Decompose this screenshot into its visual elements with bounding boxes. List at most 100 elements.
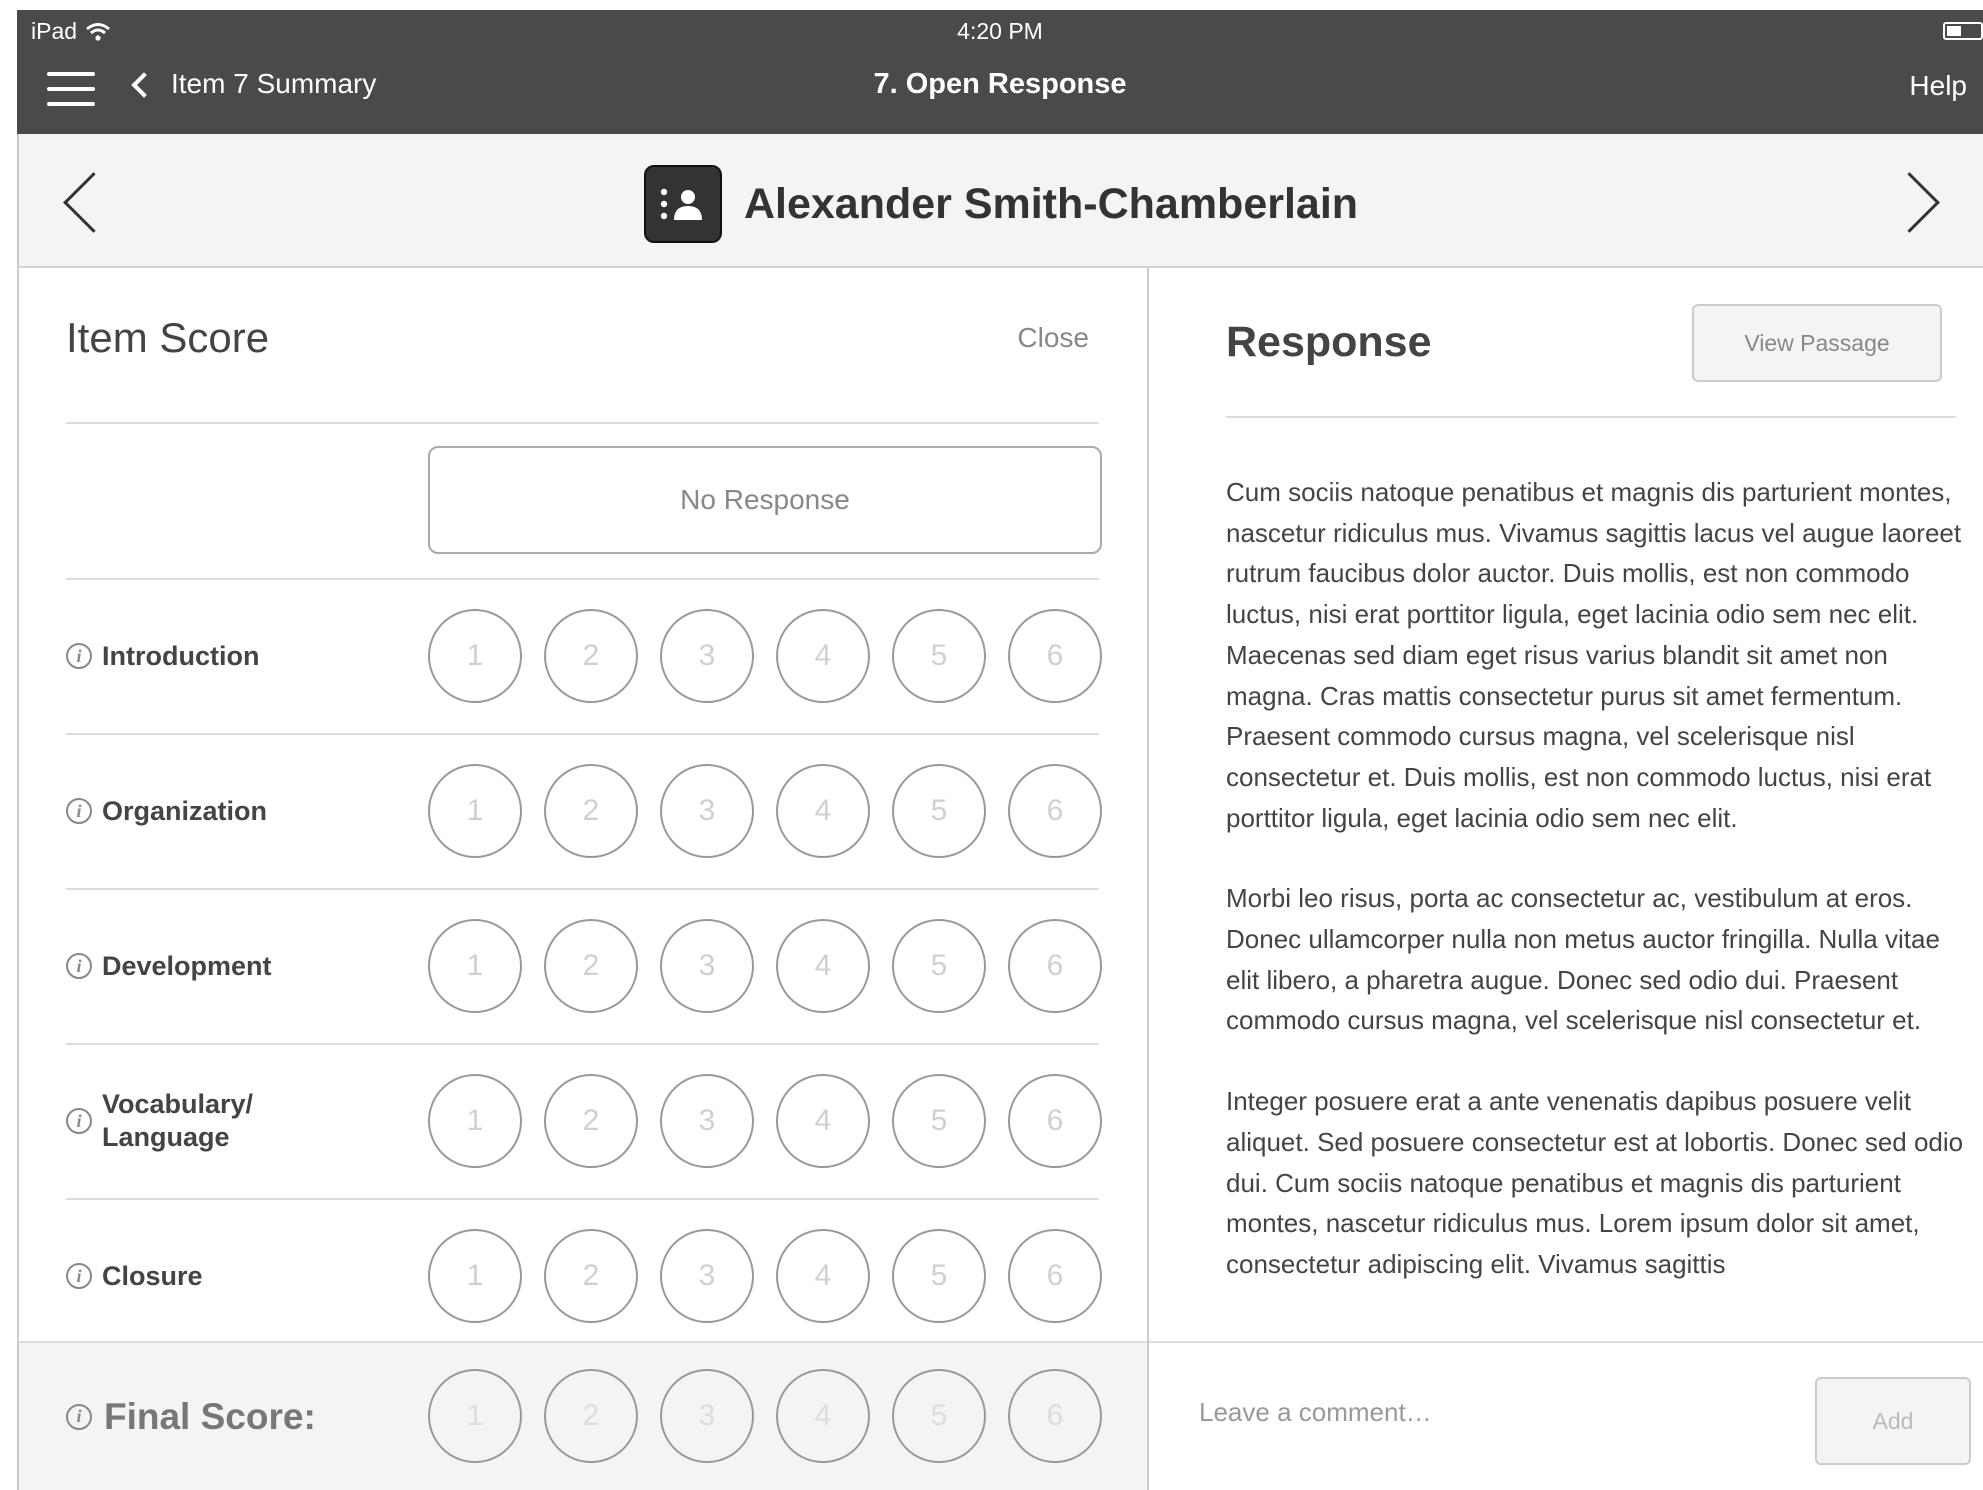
- hamburger-icon: [47, 72, 95, 76]
- hamburger-line: [47, 87, 95, 91]
- score-button[interactable]: 1: [428, 764, 522, 858]
- view-passage-button[interactable]: View Passage: [1692, 304, 1942, 382]
- score-button[interactable]: 4: [776, 609, 870, 703]
- comment-bar: Add: [1149, 1341, 1983, 1490]
- score-button[interactable]: 6: [1008, 764, 1102, 858]
- response-panel: Response View Passage Cum sociis natoque…: [1149, 268, 1983, 1490]
- criterion-label: i Introduction: [66, 579, 259, 733]
- info-icon[interactable]: i: [66, 798, 92, 824]
- score-button[interactable]: 2: [544, 764, 638, 858]
- score-button[interactable]: 4: [776, 764, 870, 858]
- final-score-options: 1 2 3 4 5 6: [428, 1369, 1102, 1463]
- back-button[interactable]: Item 7 Summary: [131, 68, 377, 100]
- score-button[interactable]: 3: [660, 764, 754, 858]
- score-button[interactable]: 6: [1008, 609, 1102, 703]
- score-options: 1 2 3 4 5 6: [428, 764, 1102, 858]
- criterion-name-line: Language: [102, 1122, 230, 1152]
- hamburger-line: [47, 102, 95, 106]
- criterion-row-closure: i Closure 1 2 3 4 5 6: [19, 1199, 1147, 1353]
- score-button[interactable]: 4: [776, 1229, 870, 1323]
- nav-bar: Item 7 Summary 7. Open Response Help: [17, 50, 1983, 134]
- info-icon[interactable]: i: [66, 643, 92, 669]
- close-button[interactable]: Close: [1017, 322, 1089, 354]
- response-text[interactable]: Cum sociis natoque penatibus et magnis d…: [1226, 472, 1964, 1350]
- final-score-button[interactable]: 4: [776, 1369, 870, 1463]
- score-button[interactable]: 5: [892, 1229, 986, 1323]
- criterion-row-introduction: i Introduction 1 2 3 4 5 6: [19, 579, 1147, 733]
- comment-input[interactable]: [1197, 1383, 1801, 1441]
- student-roster-icon[interactable]: [643, 165, 722, 243]
- criterion-label: i Organization: [66, 734, 267, 888]
- response-title: Response: [1226, 318, 1432, 366]
- item-score-panel: Item Score Close No Response i Introduct…: [17, 268, 1149, 1490]
- info-icon[interactable]: i: [66, 1108, 92, 1134]
- score-button[interactable]: 1: [428, 609, 522, 703]
- criterion-label: i Vocabulary/ Language: [66, 1044, 253, 1198]
- score-button[interactable]: 3: [660, 1229, 754, 1323]
- no-response-button[interactable]: No Response: [428, 446, 1102, 554]
- score-button[interactable]: 2: [544, 1074, 638, 1168]
- criterion-label: i Closure: [66, 1199, 203, 1353]
- battery-icon: [1943, 22, 1983, 40]
- response-paragraph: Integer posuere erat a ante venenatis da…: [1226, 1086, 1964, 1279]
- final-score-button[interactable]: 6: [1008, 1369, 1102, 1463]
- final-score-label: i Final Score:: [66, 1343, 316, 1490]
- info-icon[interactable]: i: [66, 1263, 92, 1289]
- criterion-name: Organization: [102, 795, 268, 826]
- score-options: 1 2 3 4 5 6: [428, 609, 1102, 703]
- student-header: Alexander Smith-Chamberlain: [19, 165, 1983, 243]
- student-bar: Alexander Smith-Chamberlain: [17, 134, 1983, 268]
- divider: [1226, 416, 1956, 418]
- ipad-screen: iPad 4:20 PM Item 7 Summary 7. Open Resp…: [17, 10, 1983, 1490]
- criterion-name-line: Vocabulary/: [102, 1089, 254, 1119]
- score-button[interactable]: 2: [544, 609, 638, 703]
- final-score-button[interactable]: 2: [544, 1369, 638, 1463]
- score-button[interactable]: 5: [892, 764, 986, 858]
- criterion-name: Introduction: [102, 640, 260, 671]
- top-bar: iPad 4:20 PM Item 7 Summary 7. Open Resp…: [17, 10, 1983, 134]
- score-button[interactable]: 5: [892, 919, 986, 1013]
- score-button[interactable]: 5: [892, 1074, 986, 1168]
- score-button[interactable]: 1: [428, 1074, 522, 1168]
- final-score-section: i Final Score: 1 2 3 4 5 6: [19, 1341, 1147, 1490]
- criterion-name: Closure: [102, 1260, 203, 1291]
- final-score-button[interactable]: 3: [660, 1369, 754, 1463]
- score-button[interactable]: 1: [428, 919, 522, 1013]
- score-options: 1 2 3 4 5 6: [428, 1074, 1102, 1168]
- status-time: 4:20 PM: [957, 18, 1043, 44]
- divider: [66, 422, 1099, 424]
- final-score-button[interactable]: 1: [428, 1369, 522, 1463]
- score-button[interactable]: 3: [660, 919, 754, 1013]
- response-paragraph: Cum sociis natoque penatibus et magnis d…: [1226, 477, 1962, 833]
- criterion-row-organization: i Organization 1 2 3 4 5 6: [19, 734, 1147, 888]
- score-button[interactable]: 5: [892, 609, 986, 703]
- chevron-left-icon: [131, 72, 157, 98]
- score-options: 1 2 3 4 5 6: [428, 1229, 1102, 1323]
- back-label: Item 7 Summary: [171, 68, 377, 99]
- score-button[interactable]: 4: [776, 1074, 870, 1168]
- score-button[interactable]: 2: [544, 919, 638, 1013]
- score-button[interactable]: 6: [1008, 919, 1102, 1013]
- score-button[interactable]: 3: [660, 1074, 754, 1168]
- score-options: 1 2 3 4 5 6: [428, 919, 1102, 1013]
- info-icon[interactable]: i: [66, 1403, 92, 1430]
- menu-button[interactable]: [47, 72, 95, 108]
- criterion-row-vocabulary-language: i Vocabulary/ Language 1 2 3 4 5 6: [19, 1044, 1147, 1198]
- final-score-button[interactable]: 5: [892, 1369, 986, 1463]
- item-score-title: Item Score: [66, 314, 270, 361]
- help-link[interactable]: Help: [1909, 70, 1967, 102]
- score-button[interactable]: 1: [428, 1229, 522, 1323]
- score-button[interactable]: 2: [544, 1229, 638, 1323]
- final-score-text: Final Score:: [104, 1395, 316, 1437]
- score-button[interactable]: 4: [776, 919, 870, 1013]
- score-button[interactable]: 6: [1008, 1074, 1102, 1168]
- score-button[interactable]: 6: [1008, 1229, 1102, 1323]
- criterion-name: Development: [102, 950, 272, 981]
- student-name: Alexander Smith-Chamberlain: [743, 179, 1359, 228]
- person-icon: [660, 188, 702, 220]
- response-paragraph: Morbi leo risus, porta ac consectetur ac…: [1226, 883, 1940, 1036]
- info-icon[interactable]: i: [66, 953, 92, 979]
- criterion-label: i Development: [66, 889, 272, 1043]
- add-comment-button[interactable]: Add: [1815, 1377, 1971, 1465]
- score-button[interactable]: 3: [660, 609, 754, 703]
